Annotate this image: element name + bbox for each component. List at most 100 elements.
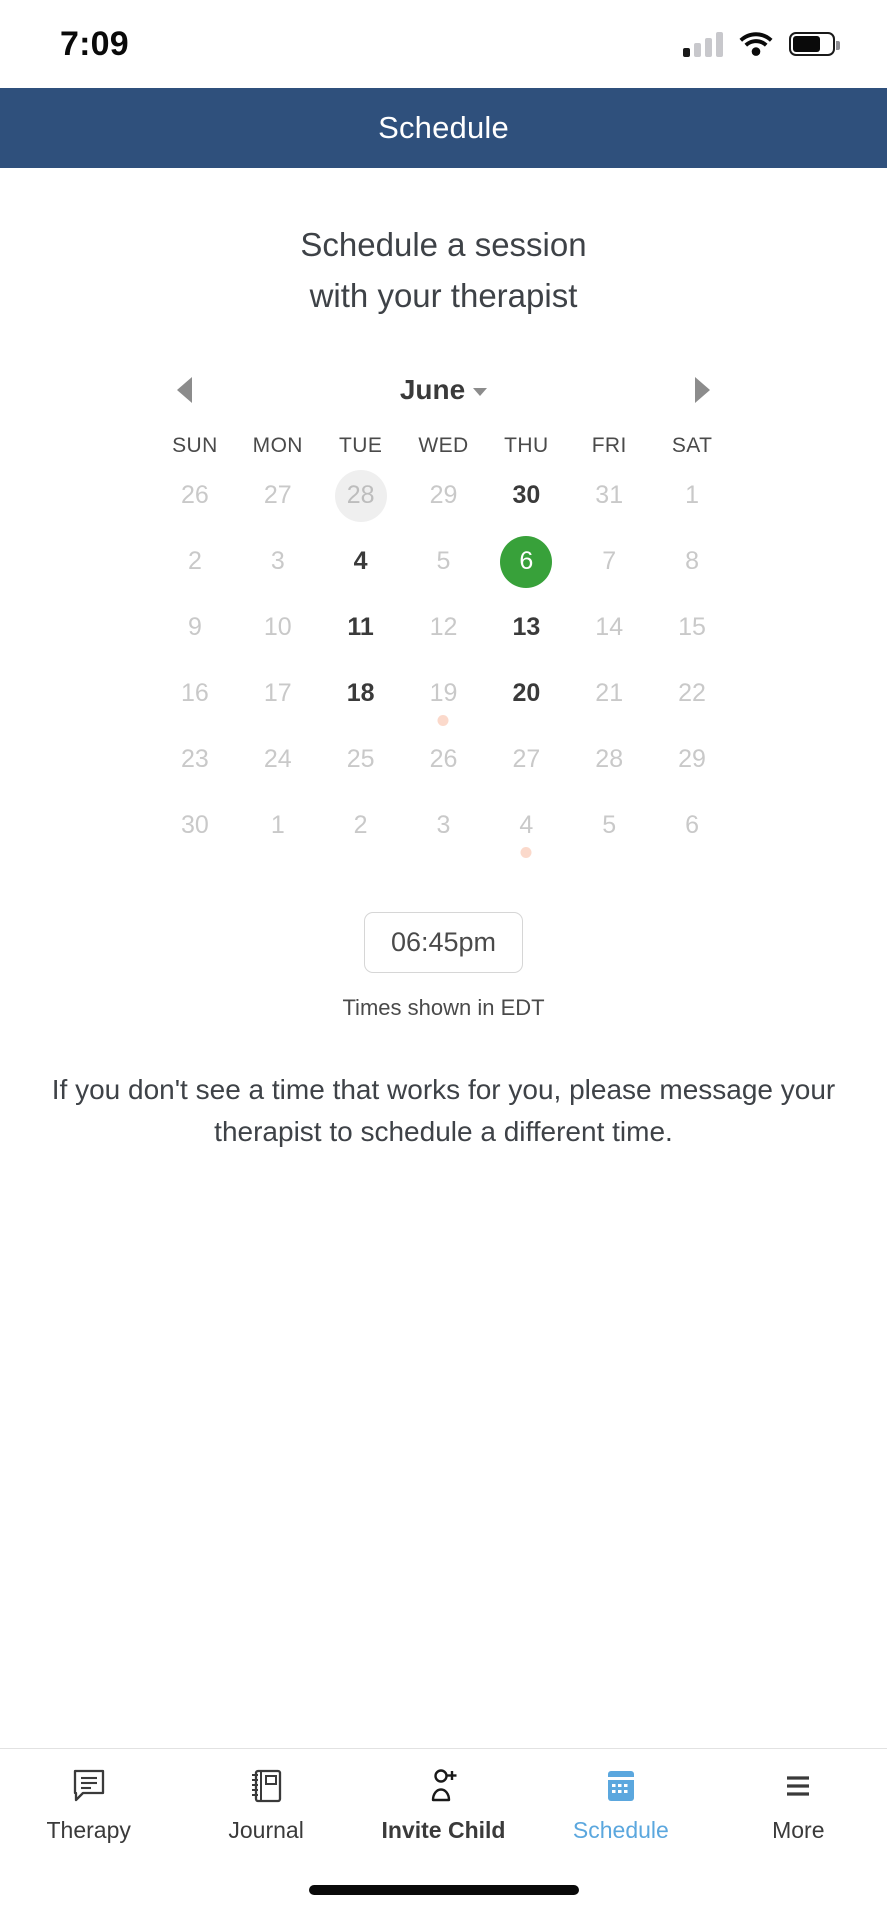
calendar-nav: June: [154, 364, 734, 416]
status-bar: 7:09: [0, 0, 887, 88]
calendar-day-number: 25: [346, 745, 375, 774]
calendar-day-number: 28: [595, 745, 624, 774]
calendar-day-number: 27: [512, 745, 541, 774]
weekday-label: THU: [504, 433, 549, 457]
tab-schedule[interactable]: Schedule: [532, 1749, 709, 1860]
calendar-day-cell: 21: [568, 666, 651, 722]
calendar-day-cell: 5: [402, 534, 485, 590]
calendar-week-row: 16 17 18 19 20 21 22: [154, 666, 734, 726]
calendar-day-number: 21: [595, 679, 624, 708]
calendar-day-number: 13: [512, 613, 541, 642]
calendar-day-cell[interactable]: 6: [485, 534, 568, 590]
add-person-icon: [424, 1765, 462, 1807]
calendar-day-number: 2: [187, 547, 202, 576]
weekday-label: MON: [252, 433, 303, 457]
calendar-day-number: 5: [436, 547, 451, 576]
calendar-day-number: 2: [353, 811, 368, 840]
calendar-day-number: 14: [595, 613, 624, 642]
weekday-label: WED: [418, 433, 469, 457]
calendar-day-cell[interactable]: 20: [485, 666, 568, 722]
hamburger-menu-icon: [779, 1765, 817, 1807]
heading-line-2: with your therapist: [309, 276, 578, 314]
calendar-day-number: 18: [346, 679, 375, 708]
calendar-day-number: 28: [334, 469, 387, 522]
calendar-day-cell: 24: [236, 732, 319, 788]
heading-line-1: Schedule a session: [300, 226, 587, 263]
calendar-day-cell[interactable]: 13: [485, 600, 568, 656]
nav-header: Schedule: [0, 88, 887, 168]
tab-label: Therapy: [46, 1817, 131, 1843]
wifi-icon: [739, 31, 773, 57]
weekday-label: SAT: [671, 433, 713, 457]
calendar-day-number: 17: [263, 679, 292, 708]
calendar-day-number: 30: [512, 481, 541, 510]
calendar-day-number: 29: [429, 481, 458, 510]
calendar-day-number: 16: [181, 679, 209, 708]
calendar-day-number: 26: [429, 745, 458, 774]
availability-dot-icon: [437, 714, 449, 726]
calendar-day-number: 10: [263, 613, 292, 642]
calendar-day-cell: 25: [319, 732, 402, 788]
calendar-day-cell: 27: [236, 468, 319, 524]
calendar-day-cell: 23: [154, 732, 237, 788]
calendar-icon: [602, 1765, 640, 1807]
calendar-day-number: 6: [500, 535, 553, 588]
calendar-day-cell[interactable]: 11: [319, 600, 402, 656]
calendar-day-number: 26: [181, 481, 209, 510]
calendar-day-cell[interactable]: 18: [319, 666, 402, 722]
status-indicators: [683, 31, 840, 57]
calendar-day-cell: 2: [154, 534, 237, 590]
calendar-day-number: 7: [602, 547, 617, 576]
main-content: Schedule a session with your therapist J…: [0, 168, 887, 1748]
calendar-weeks: 26 27 28 29 30 31 1 2 3 4 5 6 7 8 9 10 11 12 13 14 15 16 17 18 1…: [154, 468, 734, 858]
next-month-button[interactable]: [679, 367, 725, 413]
calendar-day-cell: 8: [651, 534, 734, 590]
bottom-tab-bar: Therapy Journal Invite Child Schedule More: [0, 1748, 887, 1860]
calendar-day-number: 11: [347, 613, 374, 642]
home-indicator[interactable]: [308, 1885, 579, 1895]
calendar-week-row: 26 27 28 29 30 31 1: [154, 468, 734, 524]
calendar-day-cell: 22: [651, 666, 734, 722]
calendar-day-cell: 12: [402, 600, 485, 656]
time-slot-button[interactable]: 06:45pm: [363, 911, 524, 973]
calendar-day-number: 4: [353, 547, 368, 576]
tab-journal[interactable]: Journal: [177, 1749, 354, 1860]
calendar-day-number: 27: [263, 481, 292, 510]
tab-therapy[interactable]: Therapy: [0, 1749, 177, 1860]
calendar-day-cell: 19: [402, 666, 485, 726]
calendar-day-number: 30: [181, 811, 209, 840]
calendar-day-number: 5: [602, 811, 617, 840]
time-slot-list: 06:45pm: [363, 911, 524, 973]
calendar-day-cell: 3: [236, 534, 319, 590]
calendar-day-cell: 3: [402, 798, 485, 854]
calendar-day-cell: 1: [651, 468, 734, 524]
calendar-day-cell[interactable]: 28: [319, 468, 402, 524]
page-heading: Schedule a session with your therapist: [300, 220, 586, 322]
calendar-day-cell: 6: [651, 798, 734, 854]
calendar-day-cell: 17: [236, 666, 319, 722]
calendar-week-row: 9 10 11 12 13 14 15: [154, 600, 734, 656]
calendar-day-cell: 1: [236, 798, 319, 854]
cellular-signal-icon: [683, 31, 723, 57]
notebook-icon: [247, 1765, 285, 1807]
tab-invite-child[interactable]: Invite Child: [355, 1749, 532, 1860]
calendar-day-cell: 27: [485, 732, 568, 788]
weekday-label: FRI: [591, 433, 627, 457]
page-title: Schedule: [378, 110, 509, 145]
calendar-day-cell[interactable]: 30: [485, 468, 568, 524]
month-selector[interactable]: June: [400, 374, 488, 406]
calendar-day-cell[interactable]: 4: [319, 534, 402, 590]
prev-month-button[interactable]: [162, 367, 208, 413]
tab-more[interactable]: More: [710, 1749, 887, 1860]
calendar-day-number: 31: [595, 481, 624, 510]
weekday-label: TUE: [339, 433, 383, 457]
calendar-day-cell: 28: [568, 732, 651, 788]
calendar-day-number: 12: [429, 613, 458, 642]
weekday-header-row: SUN MON TUE WED THU FRI SAT: [154, 434, 734, 458]
calendar-day-cell: 26: [154, 468, 237, 524]
calendar-day-number: 1: [685, 481, 700, 510]
calendar-day-number: 3: [270, 547, 285, 576]
calendar-day-number: 20: [512, 679, 541, 708]
calendar-day-cell: 30: [154, 798, 237, 854]
calendar-day-number: 15: [678, 613, 706, 642]
